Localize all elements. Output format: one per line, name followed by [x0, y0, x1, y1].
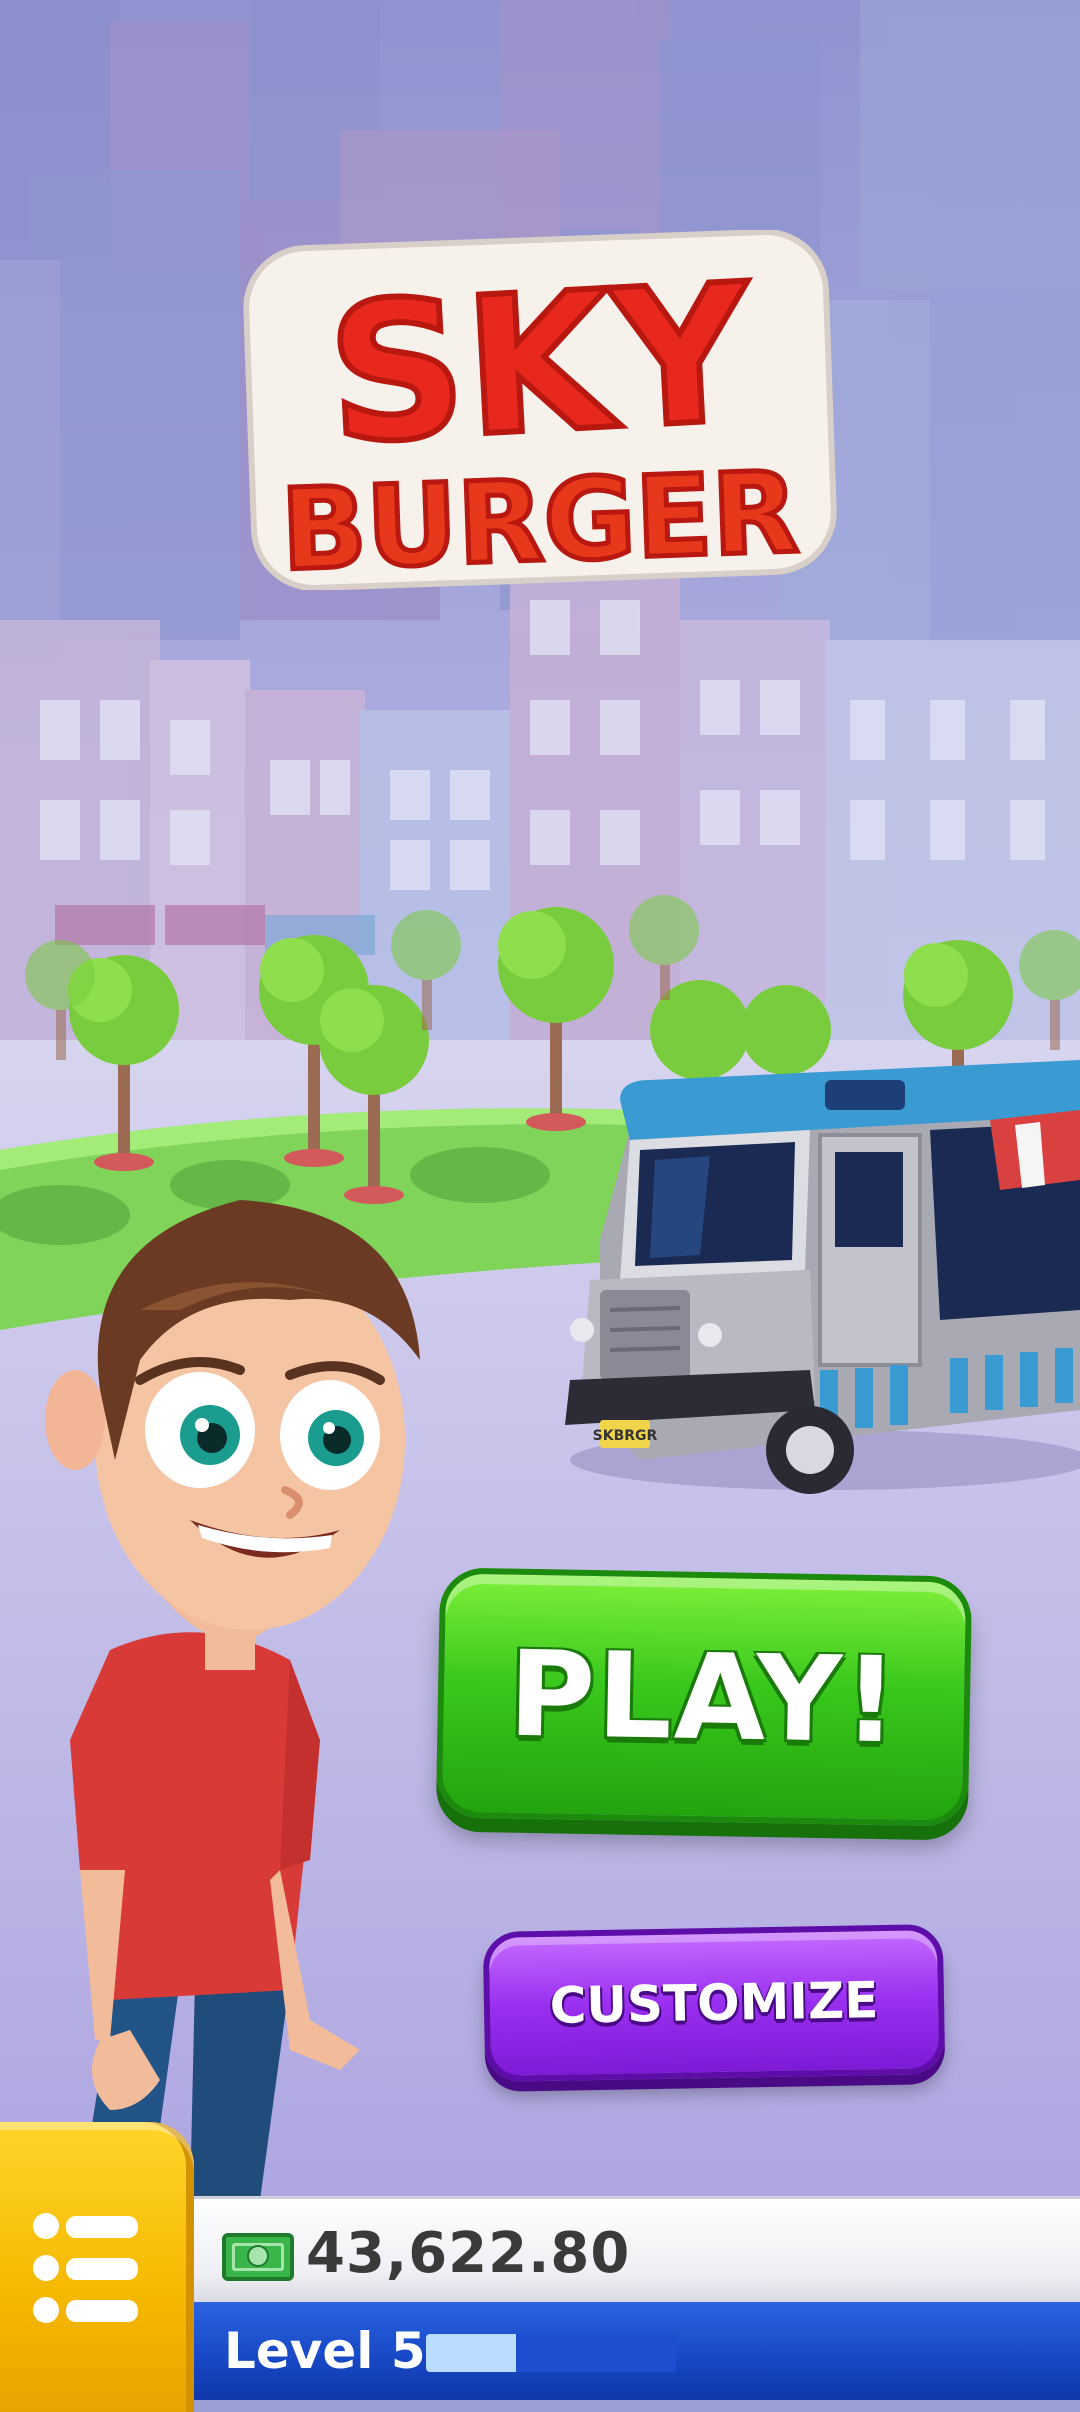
customize-button[interactable]: CUSTOMIZE: [482, 1923, 946, 2083]
cash-amount: 43,622.80: [306, 2221, 631, 2286]
customize-button-label: CUSTOMIZE: [549, 1971, 879, 2035]
logo-line-burger: BURGER: [279, 448, 800, 590]
level-label: Level 5: [224, 2322, 426, 2380]
menu-list-icon: [33, 2213, 138, 2323]
truck-plate: SKBRGR: [593, 1428, 658, 1444]
cash-bill-icon: [222, 2233, 294, 2281]
boy-character: [45, 1200, 421, 2200]
logo-line-sky: SKY: [323, 243, 758, 486]
play-button-label: PLAY!: [507, 1624, 901, 1770]
play-button[interactable]: PLAY!: [435, 1567, 973, 1827]
cash-bar: 43,622.80: [194, 2196, 1080, 2305]
level-progress-fill: [426, 2334, 516, 2372]
menu-button[interactable]: [0, 2122, 194, 2412]
food-truck: SKBRGR: [565, 1060, 1080, 1494]
level-progress-bar: [426, 2334, 676, 2372]
game-logo: SKY BURGER: [243, 230, 837, 590]
level-bar: Level 5: [194, 2302, 1080, 2400]
